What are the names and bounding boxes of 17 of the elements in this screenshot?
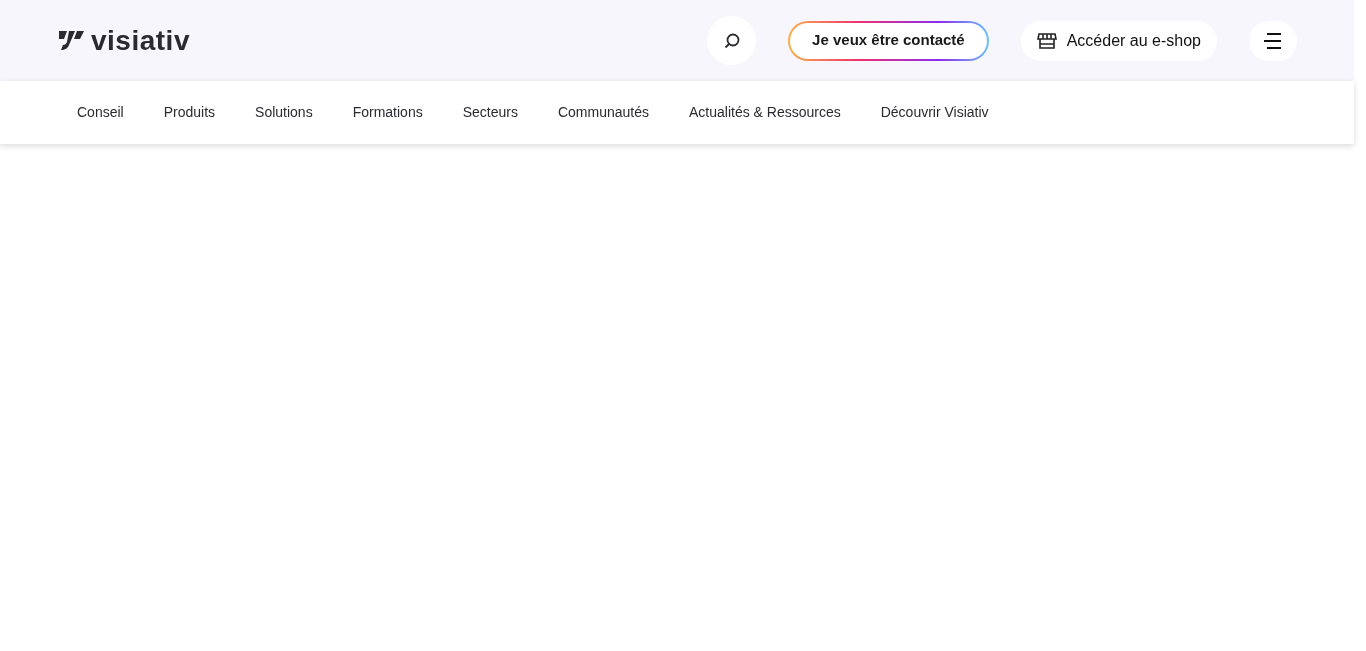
- nav-link[interactable]: Produits: [163, 102, 216, 123]
- menu-button[interactable]: [1249, 20, 1297, 61]
- nav-link[interactable]: Actualités & Ressources: [689, 102, 841, 123]
- logo-text[interactable]: visiativ: [91, 26, 190, 55]
- nav-link[interactable]: Solutions: [255, 102, 313, 123]
- store-icon: [1036, 30, 1057, 51]
- logo-icon: [57, 28, 85, 53]
- nav-link[interactable]: Communautés: [557, 102, 649, 123]
- search-icon: [722, 31, 741, 50]
- shop-button[interactable]: Accéder au e-shop: [1020, 20, 1217, 61]
- menu-icon: [1263, 31, 1283, 50]
- contact-button[interactable]: Je veux être contacté: [788, 20, 989, 61]
- nav-link[interactable]: Conseil: [77, 102, 124, 123]
- nav-link[interactable]: Formations: [352, 102, 423, 123]
- nav-link[interactable]: Secteurs: [462, 102, 518, 123]
- search-button[interactable]: [707, 16, 757, 65]
- nav-link[interactable]: Découvrir Visiativ: [880, 102, 989, 123]
